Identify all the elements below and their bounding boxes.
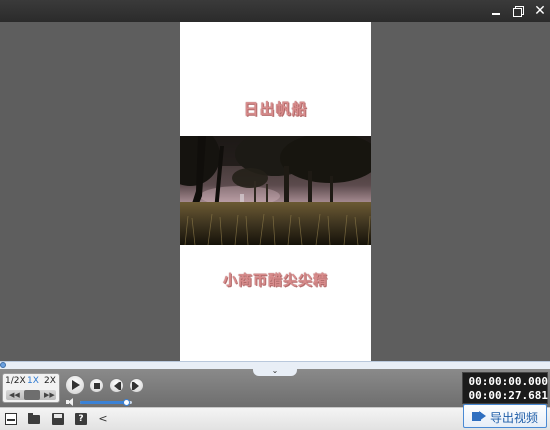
play-button[interactable] bbox=[65, 375, 85, 395]
new-project-icon[interactable] bbox=[5, 413, 17, 425]
share-icon[interactable]: < bbox=[97, 413, 109, 425]
play-icon bbox=[72, 380, 80, 390]
speed-half-button[interactable]: 1/2X bbox=[5, 376, 26, 386]
next-icon bbox=[132, 381, 139, 390]
collapse-toggle[interactable]: ⌄ bbox=[253, 367, 297, 376]
previous-icon bbox=[114, 381, 121, 390]
fast-forward-icon: ▶▶ bbox=[44, 391, 55, 399]
stop-icon bbox=[93, 382, 100, 389]
open-folder-icon[interactable] bbox=[28, 413, 40, 425]
export-icon bbox=[472, 411, 486, 422]
page-caption-text: 小商帀醋尖尖精 bbox=[223, 273, 328, 289]
speed-1x-button[interactable]: 1X bbox=[27, 376, 39, 386]
timeline-knob[interactable] bbox=[0, 362, 6, 368]
title-bar: ✕ bbox=[0, 0, 550, 22]
rewind-icon: ◀◀ bbox=[9, 391, 20, 399]
next-frame-button[interactable] bbox=[129, 378, 144, 393]
previous-frame-button[interactable] bbox=[109, 378, 124, 393]
preview-stage: 日出帆船 小商帀醋尖尖精 bbox=[0, 22, 550, 361]
landscape-image bbox=[180, 136, 371, 245]
volume-knob[interactable] bbox=[122, 399, 130, 406]
time-display: 00:00:00.000 00:00:27.681 bbox=[462, 372, 548, 404]
minimize-icon[interactable] bbox=[488, 3, 504, 19]
help-icon[interactable]: ? bbox=[75, 413, 87, 425]
volume-icon[interactable] bbox=[66, 398, 76, 406]
speed-selector: 1/2X 1X 2X ◀◀ ▶▶ bbox=[2, 373, 60, 403]
restore-icon[interactable] bbox=[510, 3, 526, 19]
page-title-text: 日出帆船 bbox=[243, 100, 308, 118]
speed-2x-button[interactable]: 2X bbox=[44, 376, 56, 386]
volume-level bbox=[80, 401, 127, 404]
preview-page: 日出帆船 小商帀醋尖尖精 bbox=[180, 22, 371, 361]
total-time: 00:00:27.681 bbox=[468, 389, 548, 402]
close-icon[interactable]: ✕ bbox=[532, 3, 548, 19]
export-video-button[interactable]: 导出视频 bbox=[463, 404, 547, 428]
video-frame[interactable] bbox=[180, 136, 371, 245]
export-video-label: 导出视频 bbox=[490, 411, 539, 425]
speed-slider[interactable]: ◀◀ ▶▶ bbox=[6, 390, 56, 400]
current-time: 00:00:00.000 bbox=[468, 375, 548, 388]
speed-slider-thumb[interactable] bbox=[24, 390, 40, 400]
save-icon[interactable] bbox=[52, 413, 64, 425]
stop-button[interactable] bbox=[89, 378, 104, 393]
